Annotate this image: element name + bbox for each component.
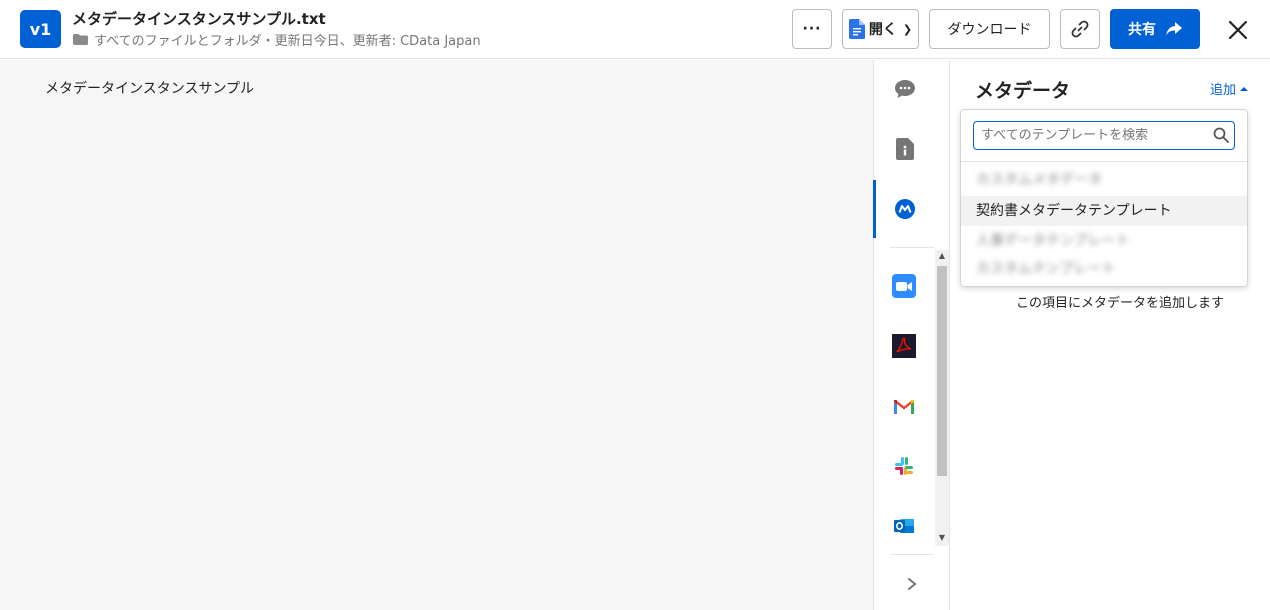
template-option-selected[interactable]: 契約書メタデータテンプレート bbox=[961, 196, 1247, 226]
slack-icon bbox=[895, 457, 913, 475]
scrollbar-thumb[interactable] bbox=[937, 266, 947, 476]
outlook-integration[interactable] bbox=[892, 514, 916, 538]
file-preview-area: メタデータインスタンスサンプル bbox=[0, 60, 873, 610]
zoom-integration[interactable] bbox=[892, 274, 916, 298]
caret-up-icon bbox=[1240, 86, 1249, 91]
share-button-label: 共有 bbox=[1128, 22, 1156, 38]
comments-tab[interactable] bbox=[893, 77, 917, 101]
scroll-down-arrow-icon[interactable]: ▼ bbox=[937, 533, 947, 543]
scroll-up-arrow-icon[interactable]: ▲ bbox=[937, 251, 947, 261]
add-metadata-link[interactable]: 追加 bbox=[1210, 79, 1249, 98]
shared-link-button[interactable] bbox=[1060, 9, 1100, 49]
template-dropdown: カスタムメタデータ 契約書メタデータテンプレート 人事データテンプレート カスタ… bbox=[960, 109, 1248, 287]
add-label: 追加 bbox=[1210, 83, 1237, 98]
chevron-right-icon bbox=[908, 578, 917, 590]
adobe-acrobat-icon bbox=[892, 334, 916, 358]
download-button[interactable]: ダウンロード bbox=[929, 9, 1050, 49]
expand-sidebar-button[interactable] bbox=[900, 572, 924, 596]
slack-integration[interactable] bbox=[892, 454, 916, 478]
breadcrumb-text[interactable]: すべてのファイルとフォルダ・更新日今日、更新者: CData Japan bbox=[94, 30, 481, 49]
active-tab-indicator bbox=[873, 180, 876, 238]
open-button-label: 開く bbox=[868, 22, 897, 38]
open-button[interactable]: 開く ❯ bbox=[842, 9, 919, 49]
close-button[interactable] bbox=[1224, 16, 1252, 44]
template-option[interactable]: カスタムメタデータ bbox=[961, 165, 1247, 195]
more-options-button[interactable]: ··· bbox=[792, 9, 832, 49]
adobe-sign-integration[interactable] bbox=[892, 334, 916, 358]
template-option[interactable]: カスタムテンプレート bbox=[961, 254, 1247, 284]
sidebar-rail: ▲ ▼ bbox=[873, 60, 950, 610]
share-button[interactable]: 共有 bbox=[1110, 9, 1200, 49]
google-docs-icon bbox=[848, 19, 865, 39]
dropdown-divider bbox=[961, 161, 1247, 162]
rail-divider-bottom bbox=[890, 554, 934, 555]
empty-state-message: この項目にメタデータを追加します bbox=[1015, 296, 1224, 311]
share-arrow-icon bbox=[1166, 22, 1182, 36]
panel-title: メタデータ bbox=[975, 80, 1071, 102]
close-icon bbox=[1229, 21, 1247, 39]
metadata-icon bbox=[895, 199, 915, 219]
chevron-down-icon: ❯ bbox=[902, 22, 913, 36]
comment-icon bbox=[895, 80, 915, 98]
preview-content: メタデータインスタンスサンプル bbox=[45, 81, 255, 97]
gmail-icon bbox=[894, 400, 914, 414]
search-icon bbox=[1213, 127, 1229, 143]
template-search-input[interactable] bbox=[973, 121, 1235, 150]
gmail-integration[interactable] bbox=[892, 394, 916, 418]
details-tab[interactable] bbox=[893, 137, 917, 161]
template-option[interactable]: 人事データテンプレート bbox=[961, 226, 1247, 256]
header-bar: v1 メタデータインスタンスサンプル.txt すべてのファイルとフォルダ・更新日… bbox=[0, 0, 1270, 59]
folder-icon bbox=[73, 34, 88, 45]
zoom-icon bbox=[892, 274, 916, 298]
rail-divider bbox=[890, 247, 934, 248]
file-name: メタデータインスタンスサンプル.txt bbox=[72, 10, 326, 28]
metadata-tab[interactable] bbox=[893, 197, 917, 221]
link-icon bbox=[1071, 20, 1089, 38]
file-info-icon bbox=[896, 138, 914, 160]
version-badge[interactable]: v1 bbox=[20, 10, 61, 48]
breadcrumb: すべてのファイルとフォルダ・更新日今日、更新者: CData Japan bbox=[73, 30, 481, 49]
outlook-icon bbox=[894, 519, 914, 533]
